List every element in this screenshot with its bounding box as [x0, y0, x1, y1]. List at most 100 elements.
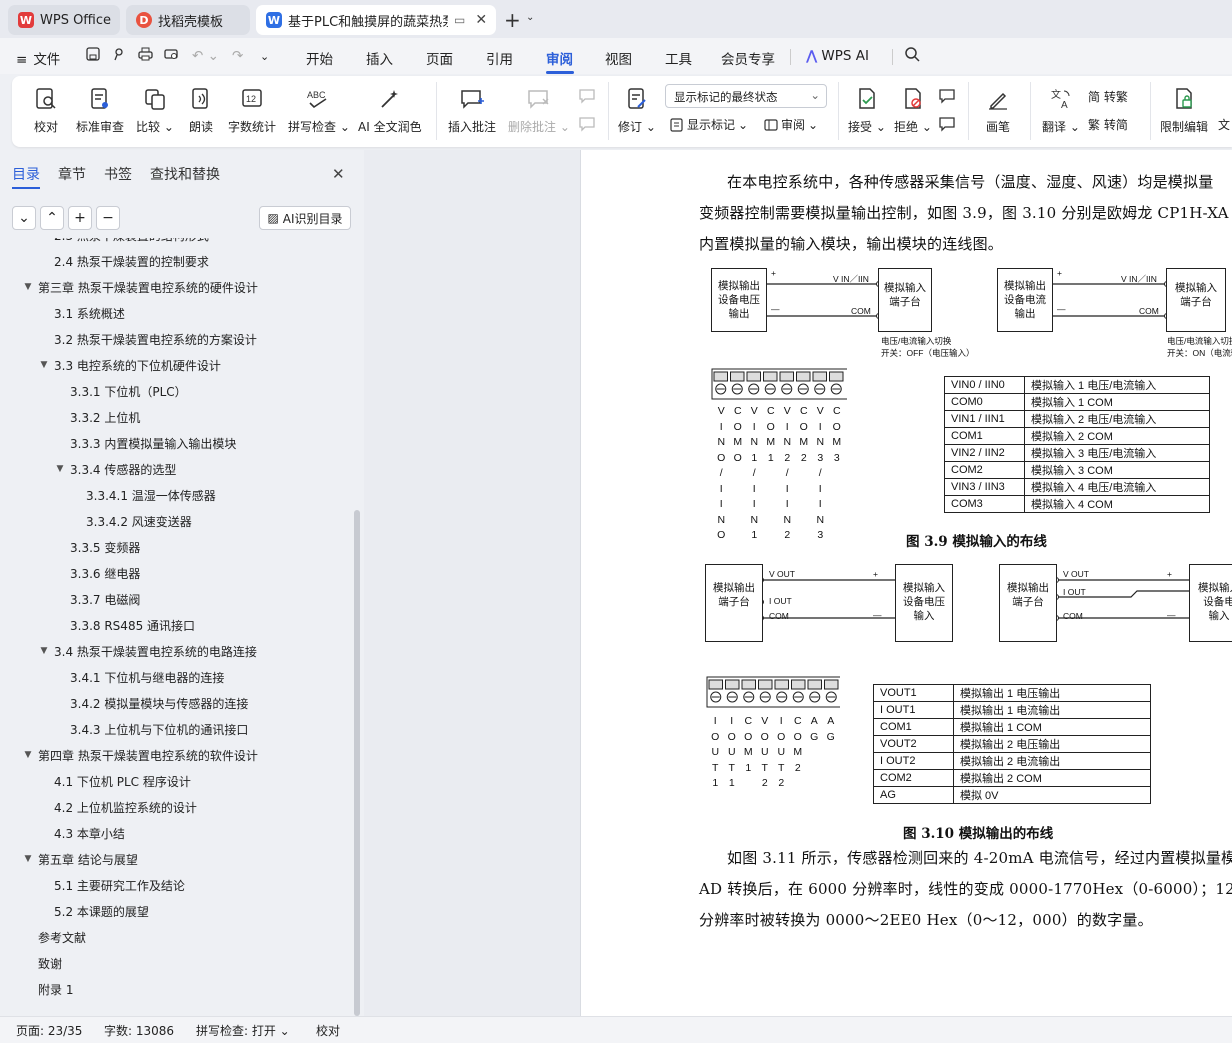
- toc-item[interactable]: 3.1 系统概述: [54, 303, 125, 323]
- toc-item[interactable]: 3.3.7 电磁阀: [70, 589, 140, 609]
- expand-arrow-icon[interactable]: ▼: [38, 360, 50, 370]
- nav-tab-toc[interactable]: 目录: [12, 164, 40, 184]
- new-tab-icon[interactable]: +: [504, 8, 521, 32]
- toc-item[interactable]: ▼ 第四章 热泵干燥装置电控系统的软件设计: [22, 745, 258, 765]
- toc-item[interactable]: 4.2 上位机监控系统的设计: [54, 797, 197, 817]
- accept-button[interactable]: 接受 ⌄: [848, 76, 886, 147]
- menu-file[interactable]: ≡ 文件: [16, 48, 60, 68]
- word-count-button[interactable]: 12 字数统计: [228, 76, 276, 147]
- expand-arrow-icon[interactable]: ▼: [22, 282, 34, 292]
- toc-item[interactable]: 4.1 下位机 PLC 程序设计: [54, 771, 191, 791]
- toc-item[interactable]: 致谢: [38, 953, 62, 973]
- pen-button[interactable]: 画笔: [984, 76, 1012, 147]
- compare-button[interactable]: 比较 ⌄: [136, 76, 174, 147]
- menu-review[interactable]: 审阅: [546, 48, 573, 68]
- document-page[interactable]: 在本电控系统中，各种传感器采集信号（温度、湿度、风速）均是模拟量 变频器控制需要…: [580, 150, 1232, 1016]
- toc-item[interactable]: ▼ 第五章 结论与展望: [22, 849, 138, 869]
- to-simplified-button[interactable]: 繁 转简: [1088, 116, 1128, 133]
- toc-item[interactable]: 参考文献: [38, 927, 86, 947]
- track-changes-button[interactable]: 修订 ⌄: [618, 76, 656, 147]
- spell-check-button[interactable]: ABC 拼写检查 ⌄: [288, 76, 350, 147]
- toc-item[interactable]: 3.3.4.1 温湿一体传感器: [86, 485, 216, 505]
- ribbon-more-label[interactable]: 文: [1218, 116, 1230, 133]
- next-change-icon[interactable]: [938, 116, 956, 135]
- toc-item[interactable]: 附录 1: [38, 979, 73, 999]
- proofread-button[interactable]: 校对: [32, 76, 60, 147]
- save-icon[interactable]: [86, 47, 100, 65]
- toc-item[interactable]: 3.3.3 内置模拟量输入输出模块: [70, 433, 236, 453]
- menu-page[interactable]: 页面: [426, 48, 453, 68]
- read-aloud-button[interactable]: 朗读: [187, 76, 215, 147]
- redo-icon[interactable]: ↷: [232, 48, 243, 64]
- toc-item[interactable]: 3.3.2 上位机: [70, 407, 140, 427]
- markup-display-select[interactable]: 显示标记的最终状态 ⌄: [665, 84, 827, 108]
- nav-tab-find-replace[interactable]: 查找和替换: [150, 164, 220, 184]
- spell-check-indicator[interactable]: 拼写检查: 打开 ⌄: [196, 1022, 290, 1039]
- menu-tools[interactable]: 工具: [665, 48, 692, 68]
- menu-wps-ai[interactable]: ⋀ WPS AI: [806, 48, 869, 64]
- share-icon[interactable]: [112, 47, 126, 65]
- toc-item[interactable]: 4.3 本章小结: [54, 823, 125, 843]
- next-comment-icon[interactable]: [578, 116, 596, 135]
- ai-polish-button[interactable]: AI 全文润色: [358, 76, 422, 147]
- show-markup-button[interactable]: 显示标记 ⌄: [670, 116, 748, 133]
- toc-item[interactable]: 3.2 热泵干燥装置电控系统的方案设计: [54, 329, 257, 349]
- toc-item[interactable]: 3.3.4.2 风速变送器: [86, 511, 192, 531]
- tab-docer[interactable]: D 找稻壳模板: [126, 5, 250, 35]
- remove-heading-button[interactable]: −: [96, 206, 120, 230]
- quick-access-dropdown-icon[interactable]: ⌄: [260, 50, 269, 63]
- tab-document[interactable]: W 基于PLC和触摸屏的蔬菜热泵 ▭ ✕: [256, 5, 496, 35]
- toc-item[interactable]: 2.3 热泵干燥装置的结构形式: [54, 238, 209, 245]
- close-icon[interactable]: ✕: [332, 165, 345, 183]
- toc-item[interactable]: 3.3.5 变频器: [70, 537, 140, 557]
- toc-item[interactable]: 3.3.8 RS485 通讯接口: [70, 615, 195, 635]
- restrict-edit-button[interactable]: 限制编辑: [1160, 76, 1208, 147]
- menu-view[interactable]: 视图: [605, 48, 632, 68]
- toc-item[interactable]: 3.3.6 继电器: [70, 563, 140, 583]
- word-count-indicator[interactable]: 字数: 13086: [104, 1022, 174, 1039]
- search-icon[interactable]: [904, 46, 920, 66]
- expand-arrow-icon[interactable]: ▼: [38, 646, 50, 656]
- nav-tab-bookmarks[interactable]: 书签: [104, 164, 132, 184]
- add-heading-button[interactable]: +: [68, 206, 92, 230]
- standard-review-button[interactable]: 标准审查: [76, 76, 124, 147]
- expand-up-button[interactable]: ⌃: [40, 206, 64, 230]
- toc-item[interactable]: 3.4.1 下位机与继电器的连接: [70, 667, 224, 687]
- delete-comment-button[interactable]: 删除批注 ⌄: [508, 76, 570, 147]
- collapse-all-button[interactable]: ⌄: [12, 206, 36, 230]
- previous-change-icon[interactable]: [938, 88, 956, 107]
- chevron-down-icon[interactable]: ⌄: [526, 12, 534, 23]
- close-tab-icon[interactable]: ✕: [475, 12, 487, 28]
- expand-arrow-icon[interactable]: ▼: [54, 464, 66, 474]
- page-indicator[interactable]: 页面: 23/35: [16, 1022, 82, 1039]
- menu-home[interactable]: 开始: [306, 48, 333, 68]
- expand-arrow-icon[interactable]: ▼: [22, 750, 34, 760]
- toc-item[interactable]: 3.3.1 下位机（PLC）: [70, 381, 187, 401]
- menu-references[interactable]: 引用: [486, 48, 513, 68]
- reject-button[interactable]: 拒绝 ⌄: [894, 76, 932, 147]
- toc-item[interactable]: ▼ 第三章 热泵干燥装置电控系统的硬件设计: [22, 277, 258, 297]
- toc-item[interactable]: 5.1 主要研究工作及结论: [54, 875, 185, 895]
- toc-item[interactable]: 2.4 热泵干燥装置的控制要求: [54, 251, 209, 271]
- menu-membership[interactable]: 会员专享: [721, 48, 775, 68]
- undo-icon[interactable]: ↶ ⌄: [192, 48, 219, 64]
- toc-item[interactable]: ▼ 3.3.4 传感器的选型: [54, 459, 177, 479]
- toc-item[interactable]: 5.2 本课题的展望: [54, 901, 149, 921]
- toc-item[interactable]: ▼ 3.4 热泵干燥装置电控系统的电路连接: [38, 641, 257, 661]
- proofread-indicator[interactable]: 校对: [316, 1022, 340, 1039]
- review-pane-button[interactable]: 审阅 ⌄: [764, 116, 818, 133]
- ai-toc-button[interactable]: ▨ AI识别目录: [259, 206, 351, 230]
- toc-scrollbar[interactable]: [354, 510, 360, 1016]
- window-restore-icon[interactable]: ▭: [454, 13, 465, 27]
- insert-comment-button[interactable]: 插入批注: [448, 76, 496, 147]
- toc-item[interactable]: ▼ 3.3 电控系统的下位机硬件设计: [38, 355, 221, 375]
- expand-arrow-icon[interactable]: ▼: [22, 854, 34, 864]
- menu-insert[interactable]: 插入: [366, 48, 393, 68]
- translate-button[interactable]: 文A 翻译 ⌄: [1042, 76, 1080, 147]
- previous-comment-icon[interactable]: [578, 88, 596, 107]
- toc-item[interactable]: 3.4.2 模拟量模块与传感器的连接: [70, 693, 248, 713]
- print-icon[interactable]: [138, 47, 153, 65]
- toc-item[interactable]: 3.4.3 上位机与下位机的通讯接口: [70, 719, 248, 739]
- print-preview-icon[interactable]: [164, 47, 179, 65]
- tab-wps-office[interactable]: W WPS Office: [8, 5, 120, 35]
